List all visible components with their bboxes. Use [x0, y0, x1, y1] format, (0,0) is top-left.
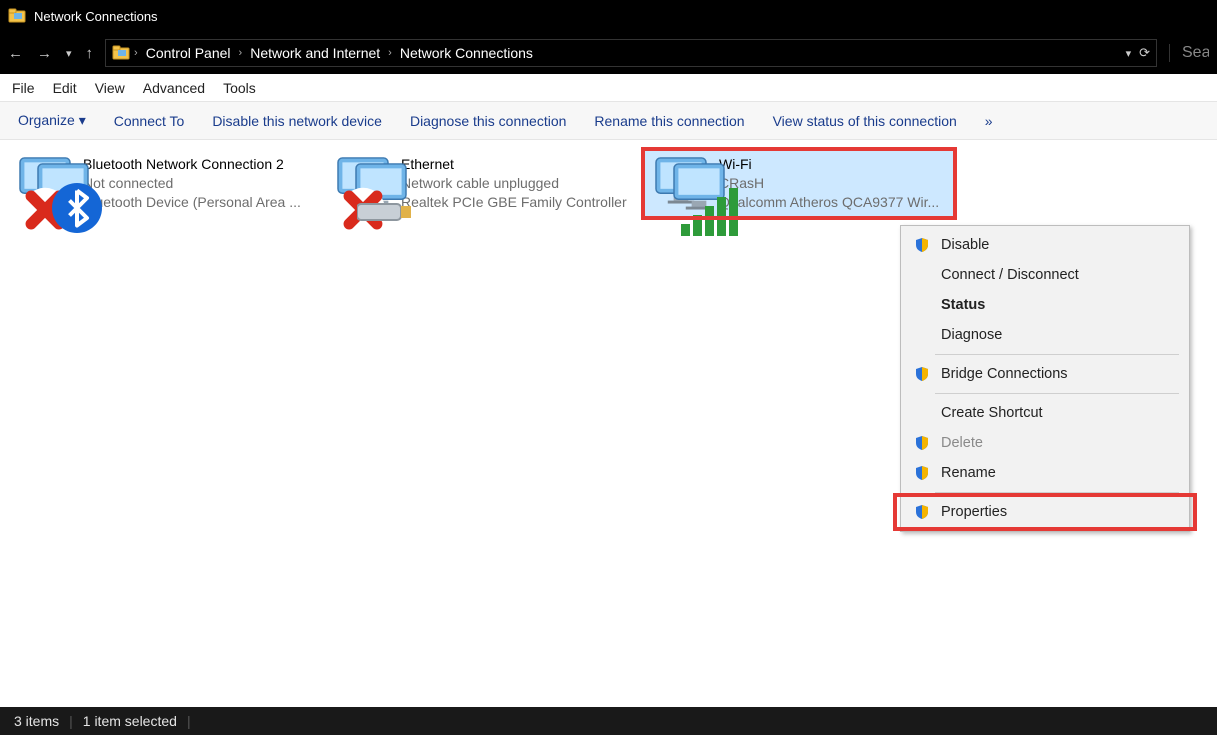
address-bar[interactable]: › Control Panel › Network and Internet ›…	[105, 39, 1157, 67]
connection-item-wifi[interactable]: Wi-Fi CRasH Qualcomm Atheros QCA9377 Wir…	[644, 150, 954, 217]
shield-icon	[914, 435, 930, 451]
location-icon	[112, 44, 130, 62]
connection-item-bluetooth[interactable]: Bluetooth Network Connection 2 Not conne…	[8, 150, 318, 217]
connection-status: Not connected	[83, 174, 301, 193]
nav-up-button[interactable]: ↑	[86, 45, 94, 62]
connection-name: Bluetooth Network Connection 2	[83, 155, 301, 174]
context-properties[interactable]: Properties	[901, 497, 1189, 527]
context-delete[interactable]: Delete	[901, 428, 1189, 458]
breadcrumb-network-connections[interactable]: Network Connections	[396, 45, 537, 61]
context-rename[interactable]: Rename	[901, 458, 1189, 488]
organize-button[interactable]: Organize ▾	[18, 112, 86, 129]
status-bar: 3 items | 1 item selected |	[0, 707, 1217, 735]
disable-device-button[interactable]: Disable this network device	[212, 113, 382, 129]
nav-forward-button[interactable]: →	[37, 45, 52, 62]
bluetooth-connection-icon	[15, 155, 75, 205]
connection-status: Network cable unplugged	[401, 174, 627, 193]
view-status-button[interactable]: View status of this connection	[773, 113, 957, 129]
menu-view[interactable]: View	[95, 80, 125, 96]
shield-icon	[914, 237, 930, 253]
shield-icon	[914, 465, 930, 481]
wifi-connection-icon	[651, 155, 711, 205]
status-item-count: 3 items	[14, 713, 59, 729]
context-bridge-connections[interactable]: Bridge Connections	[901, 359, 1189, 389]
connection-device: Qualcomm Atheros QCA9377 Wir...	[719, 193, 939, 212]
connection-device: Realtek PCIe GBE Family Controller	[401, 193, 627, 212]
connection-name: Wi-Fi	[719, 155, 939, 174]
diagnose-connection-button[interactable]: Diagnose this connection	[410, 113, 566, 129]
shield-icon	[914, 504, 930, 520]
context-create-shortcut[interactable]: Create Shortcut	[901, 398, 1189, 428]
breadcrumb-sep-icon: ›	[388, 47, 392, 59]
context-connect-disconnect[interactable]: Connect / Disconnect	[901, 260, 1189, 290]
connection-device: Bluetooth Device (Personal Area ...	[83, 193, 301, 212]
menu-tools[interactable]: Tools	[223, 80, 256, 96]
breadcrumb-network-internet[interactable]: Network and Internet	[246, 45, 384, 61]
nav-back-button[interactable]: ←	[8, 45, 23, 62]
ethernet-connection-icon	[333, 155, 393, 205]
menu-advanced[interactable]: Advanced	[143, 80, 205, 96]
breadcrumb-sep-icon: ›	[134, 47, 138, 59]
address-dropdown-icon[interactable]: ▾	[1126, 47, 1132, 60]
context-diagnose[interactable]: Diagnose	[901, 320, 1189, 350]
connect-to-button[interactable]: Connect To	[114, 113, 185, 129]
breadcrumb-sep-icon: ›	[239, 47, 243, 59]
breadcrumb-control-panel[interactable]: Control Panel	[142, 45, 235, 61]
context-menu: Disable Connect / Disconnect Status Diag…	[900, 225, 1190, 532]
menu-edit[interactable]: Edit	[53, 80, 77, 96]
menu-bar: File Edit View Advanced Tools	[0, 74, 1217, 102]
navigation-bar: ← → ▾ ↑ › Control Panel › Network and In…	[0, 32, 1217, 74]
search-box[interactable]: Sear	[1169, 44, 1209, 62]
nav-recent-dropdown[interactable]: ▾	[66, 47, 72, 60]
window-titlebar: Network Connections	[0, 0, 1217, 32]
window-title: Network Connections	[34, 9, 158, 24]
connection-status: CRasH	[719, 174, 939, 193]
connection-name: Ethernet	[401, 155, 627, 174]
window-icon	[8, 7, 26, 25]
toolbar-overflow-button[interactable]: »	[985, 113, 993, 129]
shield-icon	[914, 366, 930, 382]
menu-file[interactable]: File	[12, 80, 35, 96]
connection-item-ethernet[interactable]: Ethernet Network cable unplugged Realtek…	[326, 150, 636, 217]
command-bar: Organize ▾ Connect To Disable this netwo…	[0, 102, 1217, 140]
status-selected-count: 1 item selected	[83, 713, 177, 729]
context-status[interactable]: Status	[901, 290, 1189, 320]
refresh-icon[interactable]: ⟳	[1139, 45, 1150, 61]
rename-connection-button[interactable]: Rename this connection	[594, 113, 744, 129]
context-disable[interactable]: Disable	[901, 230, 1189, 260]
